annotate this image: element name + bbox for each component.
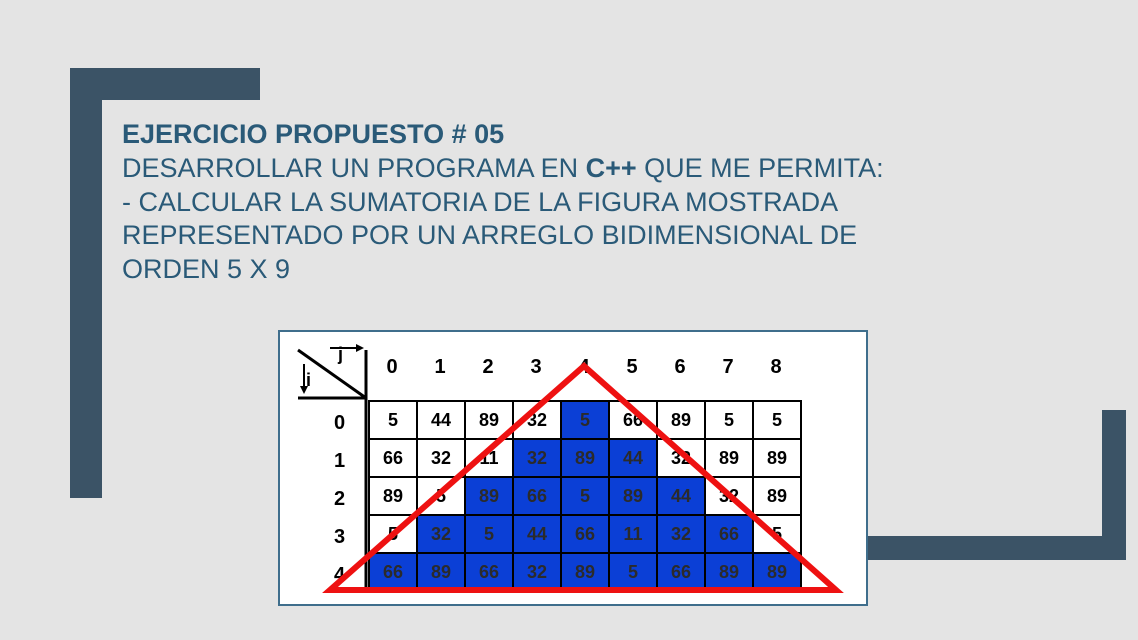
matrix-cell: 89 <box>753 439 801 477</box>
exercise-line-4: ORDEN 5 X 9 <box>122 253 1062 287</box>
matrix-cell: 32 <box>417 439 465 477</box>
column-headers: 012345678 <box>368 356 800 379</box>
exercise-title: EJERCICIO PROPUESTO # 05 <box>122 118 1062 152</box>
matrix-cell: 5 <box>369 515 417 553</box>
matrix-cell: 5 <box>561 401 609 439</box>
matrix-cell: 89 <box>561 553 609 591</box>
matrix-cell: 89 <box>609 477 657 515</box>
matrix-cell: 89 <box>657 401 705 439</box>
matrix-cell: 66 <box>465 553 513 591</box>
col-header: 1 <box>416 356 464 379</box>
exercise-line-3: REPRESENTADO POR UN ARREGLO BIDIMENSIONA… <box>122 219 1062 253</box>
row-headers: 01234 <box>334 404 345 594</box>
matrix-cell: 89 <box>705 553 753 591</box>
matrix-cell: 32 <box>705 477 753 515</box>
matrix-cell: 5 <box>465 515 513 553</box>
matrix-cell: 89 <box>465 477 513 515</box>
matrix-cell: 44 <box>657 477 705 515</box>
matrix-cell: 5 <box>753 401 801 439</box>
matrix-cell: 89 <box>465 401 513 439</box>
matrix-cell: 5 <box>561 477 609 515</box>
matrix-cell: 44 <box>417 401 465 439</box>
row-header: 1 <box>334 442 345 480</box>
i-axis-label: i <box>306 370 311 391</box>
matrix-cell: 32 <box>657 439 705 477</box>
matrix-cell: 32 <box>513 553 561 591</box>
matrix-cell: 11 <box>609 515 657 553</box>
exercise-text: EJERCICIO PROPUESTO # 05 DESARROLLAR UN … <box>122 118 1062 287</box>
matrix-cell: 89 <box>561 439 609 477</box>
row-header: 0 <box>334 404 345 442</box>
corner-decoration-top <box>70 68 102 498</box>
matrix-cell: 66 <box>657 553 705 591</box>
matrix-cell: 5 <box>417 477 465 515</box>
matrix-cell: 89 <box>705 439 753 477</box>
matrix-cell: 66 <box>369 439 417 477</box>
matrix-cell: 32 <box>657 515 705 553</box>
matrix-cell: 5 <box>753 515 801 553</box>
col-header: 4 <box>560 356 608 379</box>
matrix-cell: 44 <box>609 439 657 477</box>
matrix-cell: 89 <box>753 553 801 591</box>
matrix-cell: 66 <box>705 515 753 553</box>
row-header: 2 <box>334 480 345 518</box>
col-header: 8 <box>752 356 800 379</box>
matrix-cell: 11 <box>465 439 513 477</box>
matrix-cell: 5 <box>369 401 417 439</box>
matrix-cell: 66 <box>561 515 609 553</box>
matrix-cell: 44 <box>513 515 561 553</box>
col-header: 6 <box>656 356 704 379</box>
matrix-cell: 66 <box>369 553 417 591</box>
col-header: 0 <box>368 356 416 379</box>
col-header: 7 <box>704 356 752 379</box>
matrix-cell: 89 <box>753 477 801 515</box>
row-header: 4 <box>334 556 345 594</box>
row-header: 3 <box>334 518 345 556</box>
exercise-line-2: - CALCULAR LA SUMATORIA DE LA FIGURA MOS… <box>122 186 1062 220</box>
matrix-cell: 89 <box>369 477 417 515</box>
col-header: 3 <box>512 356 560 379</box>
matrix-cell: 5 <box>609 553 657 591</box>
matrix-cell: 32 <box>513 439 561 477</box>
matrix-cell: 32 <box>513 401 561 439</box>
matrix-cell: 32 <box>417 515 465 553</box>
matrix-grid: 5448932566895566321132894432898989589665… <box>368 400 802 592</box>
exercise-line-1: DESARROLLAR UN PROGRAMA EN C++ QUE ME PE… <box>122 152 1062 186</box>
j-axis-label: j <box>338 344 343 365</box>
matrix-cell: 66 <box>513 477 561 515</box>
col-header: 5 <box>608 356 656 379</box>
matrix-cell: 5 <box>705 401 753 439</box>
matrix-cell: 66 <box>609 401 657 439</box>
matrix-figure: j i 012345678 01234 54489325668955663211… <box>278 330 868 606</box>
matrix-cell: 89 <box>417 553 465 591</box>
col-header: 2 <box>464 356 512 379</box>
